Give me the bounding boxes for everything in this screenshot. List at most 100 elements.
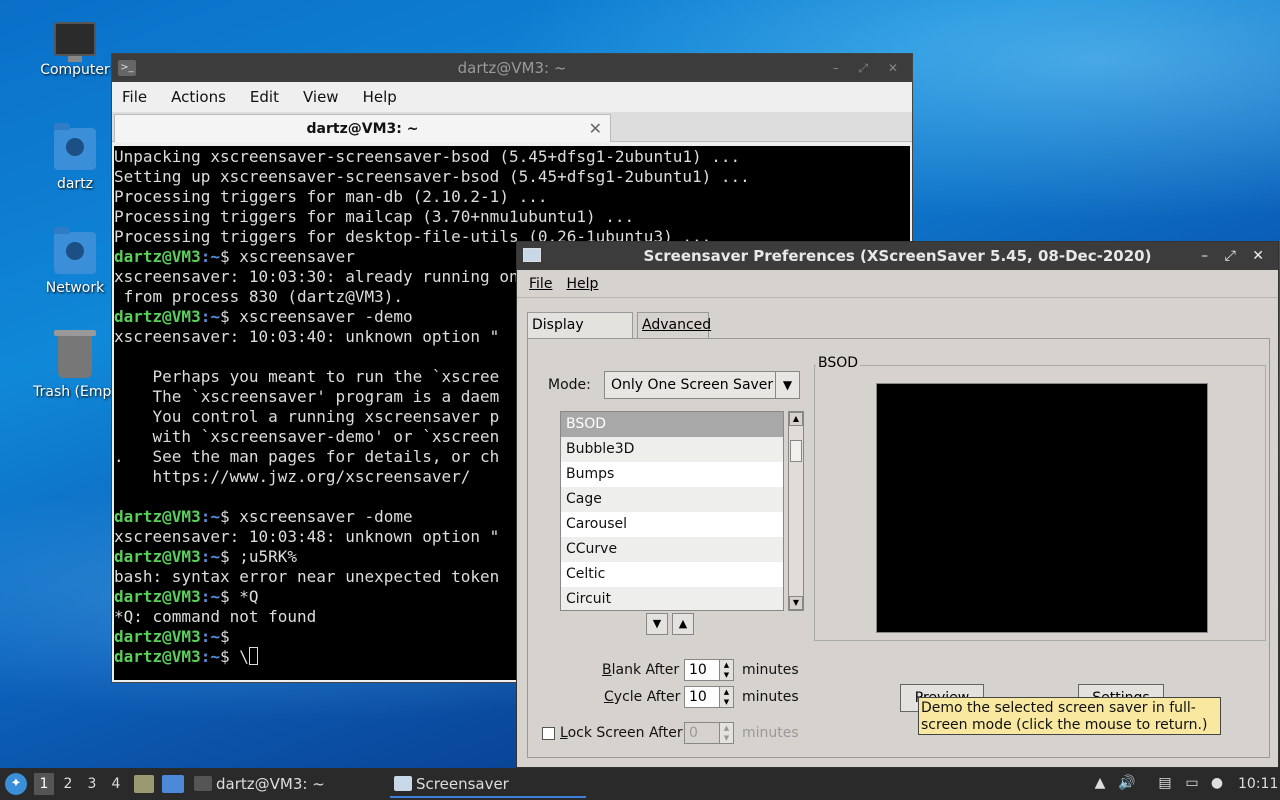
prompt-user: dartz@VM3 [114,547,201,566]
show-desktop-icon[interactable] [162,775,184,793]
window-app-icon [523,248,541,262]
task-label: Screensaver Preferen... [416,775,509,793]
notification-icon[interactable]: ● [1208,774,1226,792]
window-title: Screensaver Preferences (XScreenSaver 5.… [643,247,1152,265]
xscreensaver-titlebar[interactable]: Screensaver Preferences (XScreenSaver 5.… [517,242,1278,270]
line-text [114,487,124,506]
network-icon[interactable]: ▭ [1183,774,1201,792]
blank-after-spinner[interactable]: 10 ▲ ▼ [684,659,734,681]
tab-advanced[interactable]: Advanced [637,312,711,338]
terminal-line: Processing triggers for mailcap (3.70+nm… [114,207,910,227]
workspace-3[interactable]: 3 [82,773,102,795]
preview-area[interactable] [876,383,1208,633]
volume-icon[interactable]: 🔊 [1118,774,1136,792]
cycle-after-unit: minutes [742,689,799,705]
spin-arrows-icon[interactable]: ▲ ▼ [719,687,733,707]
list-item[interactable]: Cage [561,487,783,512]
list-item[interactable]: Circuit [561,587,783,610]
desktop-icon-home[interactable]: dartz [25,123,125,192]
file-manager-icon[interactable] [134,775,154,793]
line-text: Processing triggers for man-db (2.10.2-1… [114,187,548,206]
line-text: $ \ [219,647,249,666]
list-item[interactable]: CCurve [561,537,783,562]
list-item[interactable]: Bubble3D [561,437,783,462]
task-terminal[interactable]: dartz@VM3: ~ [190,770,386,798]
scrollbar-thumb[interactable] [790,440,802,462]
scroll-down-icon[interactable]: ▼ [789,596,803,610]
window-controls[interactable]: – ⤢ ✕ [1201,242,1270,270]
spinner-value: 0 [689,725,698,741]
menu-help[interactable]: Help [566,276,598,292]
menu-help[interactable]: Help [363,88,397,106]
desktop-icon-label: dartz [56,176,94,192]
terminal-titlebar[interactable]: >_ dartz@VM3: ~ – ⤢ ✕ [112,54,912,82]
cycle-after-spinner[interactable]: 10 ▲ ▼ [684,686,734,708]
line-text: $ xscreensaver -dome [219,507,413,526]
prev-saver-button[interactable]: ▲ [672,613,694,635]
scroll-up-icon[interactable]: ▲ [789,412,803,426]
text-cursor [248,647,258,665]
line-text: . See the man pages for details, or ch [114,447,500,466]
lock-after-spinner[interactable]: 0 ▲ ▼ [684,722,734,744]
tab-display-modes[interactable]: Display Modes [527,312,633,357]
menu-file[interactable]: File [529,276,552,292]
list-item[interactable]: BSOD [561,412,783,437]
terminal-line: Unpacking xscreensaver-screensaver-bsod … [114,147,910,167]
prompt-path: :~ [200,307,220,326]
arrow-up-icon: ▲ [678,617,688,630]
desktop-icon-network[interactable]: Network [25,227,125,296]
spin-arrows-icon[interactable]: ▲ ▼ [719,660,733,680]
list-item[interactable]: Bumps [561,462,783,487]
lock-screen-label[interactable]: Lock Screen After [560,725,683,741]
arrow-down-icon: ▼ [652,617,662,630]
menu-file[interactable]: File [122,88,147,106]
workspace-1[interactable]: 1 [34,773,54,795]
workspace-2[interactable]: 2 [58,773,78,795]
line-text: xscreensaver: 10:03:40: unknown option " [114,327,500,346]
workspace-4[interactable]: 4 [106,773,126,795]
clipboard-icon[interactable]: ▤ [1156,774,1174,792]
line-text: Setting up xscreensaver-screensaver-bsod… [114,167,750,186]
mode-value: Only One Screen Saver [611,377,774,393]
menu-view[interactable]: View [303,88,339,106]
window-controls[interactable]: – ⤢ ✕ [833,54,906,82]
tab-label: dartz@VM3: ~ [306,121,419,137]
screensaver-list[interactable]: BSOD Bubble3D Bumps Cage Carousel CCurve Celti… [560,411,784,611]
home-folder-icon [54,123,96,170]
tray-up-icon[interactable]: ▲ [1091,774,1109,792]
desktop-icon-trash[interactable]: Trash (Empt [25,330,125,400]
line-text: $ *Q [219,587,259,606]
close-icon[interactable]: ✕ [589,115,602,143]
menu-actions[interactable]: Actions [171,88,226,106]
clock[interactable]: 10:11 [1238,768,1278,800]
prompt-user: dartz@VM3 [114,247,201,266]
mode-label: Mode: [548,377,591,393]
desktop-icon-label: Trash (Empt [33,384,117,400]
line-text: Processing triggers for mailcap (3.70+nm… [114,207,635,226]
prompt-user: dartz@VM3 [114,647,201,666]
start-menu-icon[interactable]: ✦ [5,773,27,795]
line-text: from process 830 (dartz@VM3). [114,287,403,306]
spin-arrows-icon[interactable]: ▲ ▼ [719,723,733,743]
preview-frame-label: BSOD [816,355,861,371]
terminal-tab[interactable]: dartz@VM3: ~ ✕ [114,114,611,142]
window-title: dartz@VM3: ~ [457,59,567,77]
mode-select[interactable]: Only One Screen Saver ▼ [604,371,800,399]
next-saver-button[interactable]: ▼ [646,613,668,635]
list-item[interactable]: Carousel [561,512,783,537]
lock-screen-checkbox[interactable] [542,727,555,740]
desktop-icon-computer[interactable]: Computer [25,18,125,78]
display-modes-panel: Mode: Only One Screen Saver ▼ BSOD Bubble… [527,338,1270,758]
line-text: bash: syntax error near unexpected token [114,567,500,586]
window-app-icon [394,776,412,791]
list-item[interactable]: Celtic [561,562,783,587]
prompt-path: :~ [200,647,220,666]
prompt-user: dartz@VM3 [114,587,201,606]
task-screensaver-preferences[interactable]: Screensaver Preferen... [390,770,586,798]
menu-edit[interactable]: Edit [250,88,279,106]
line-text: Unpacking xscreensaver-screensaver-bsod … [114,147,741,166]
xscreensaver-menubar: File Help [517,270,1278,298]
list-scrollbar[interactable]: ▲ ▼ [788,411,804,611]
preview-tooltip: Demo the selected screen saver in full-s… [918,697,1221,735]
line-text: $ xscreensaver [219,247,355,266]
